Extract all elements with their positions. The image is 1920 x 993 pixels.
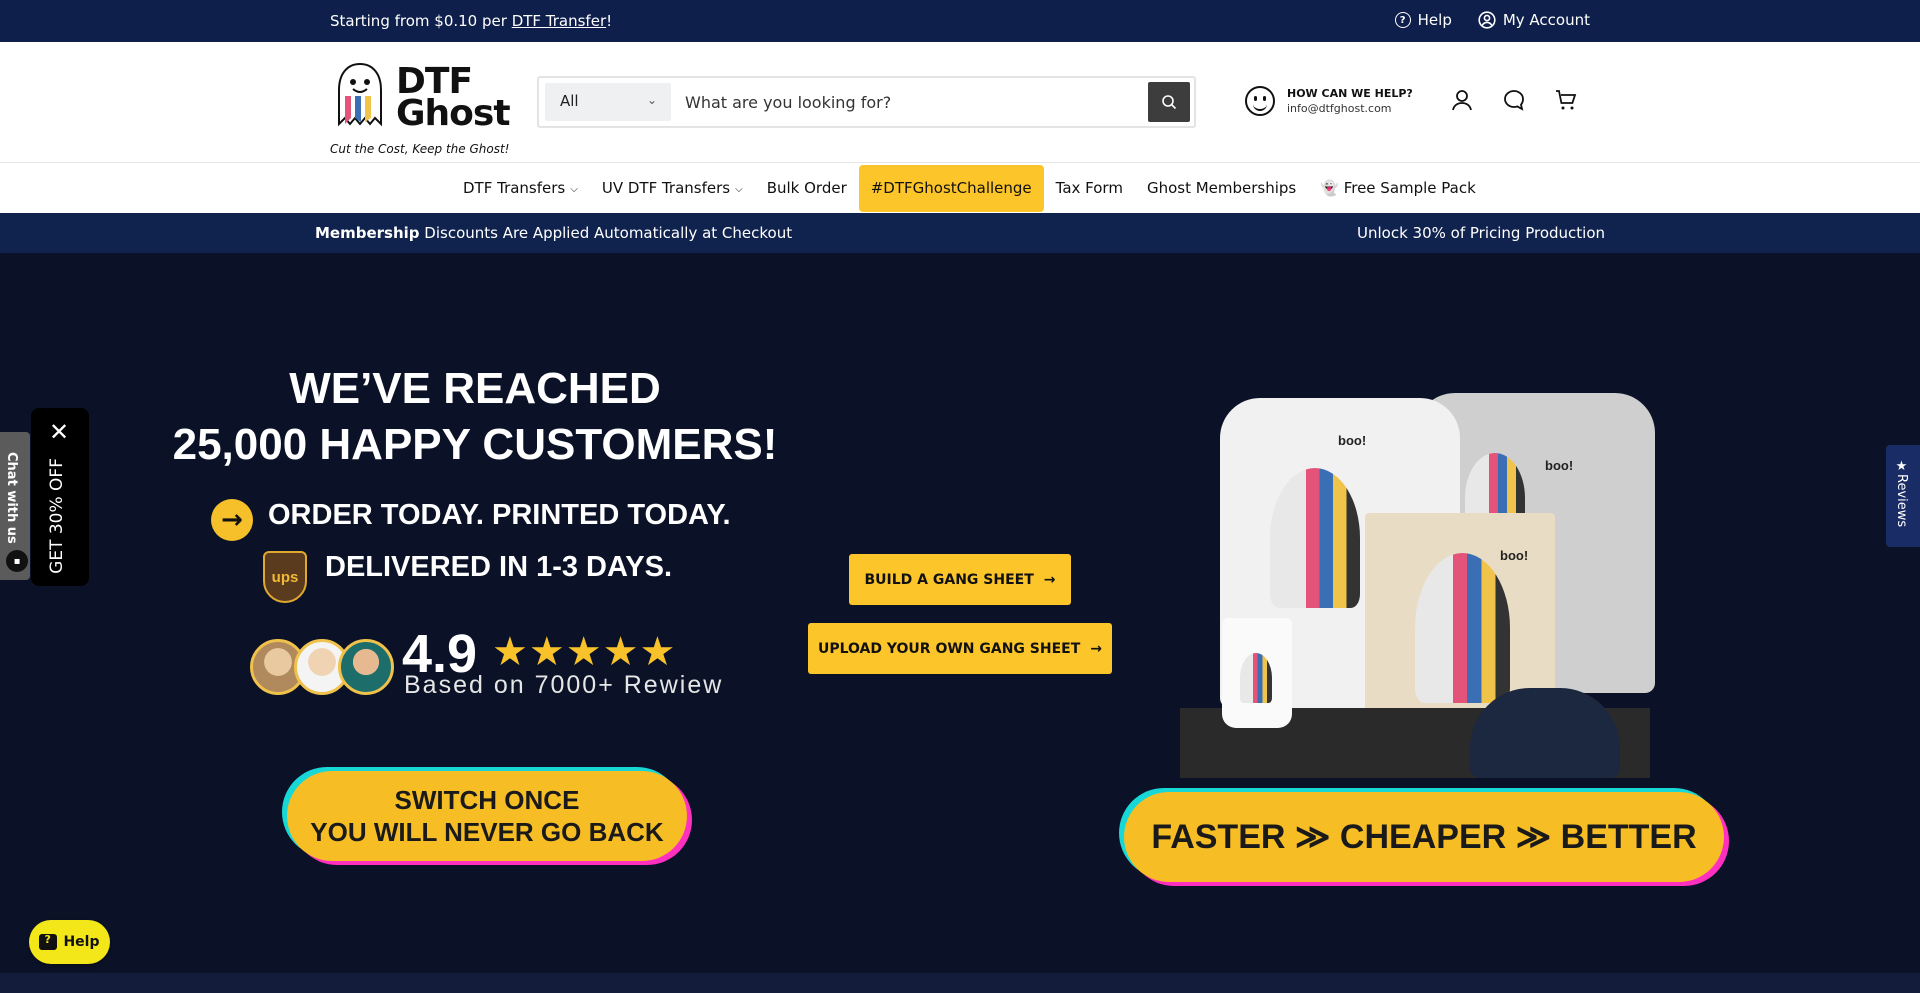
- search-icon: [1162, 95, 1177, 110]
- discount-popup-tab[interactable]: ✕ GET 30% OFF: [31, 408, 89, 586]
- customer-avatars: [250, 639, 394, 695]
- nav-dtf-transfers[interactable]: DTF Transfers ⌵: [451, 164, 590, 212]
- help-widget-label: Help: [63, 934, 100, 950]
- switch-once-badge: SWITCH ONCE YOU WILL NEVER GO BACK: [287, 771, 687, 861]
- question-circle-icon: ?: [1394, 12, 1411, 28]
- product-showcase-image: boo! boo! boo!: [1170, 373, 1690, 813]
- membership-message: Membership Discounts Are Applied Automat…: [315, 224, 793, 242]
- promo-suffix: !: [606, 12, 613, 30]
- search-button[interactable]: [1148, 82, 1190, 122]
- hero-delivered: DELIVERED IN 1-3 DAYS.: [325, 551, 673, 583]
- boo-text: boo!: [1500, 548, 1529, 563]
- search-category-select[interactable]: All ⌄: [545, 83, 671, 121]
- user-icon: [1452, 90, 1472, 111]
- boo-text: boo!: [1545, 458, 1574, 473]
- site-header: DTF Ghost Cut the Cost, Keep the Ghost! …: [0, 42, 1920, 163]
- arrow-right-icon: →: [1043, 571, 1056, 588]
- upload-gang-sheet-button[interactable]: UPLOAD YOUR OWN GANG SHEET →: [808, 623, 1112, 674]
- membership-bar: Membership Discounts Are Applied Automat…: [0, 213, 1920, 253]
- contact-help-block[interactable]: HOW CAN WE HELP? info@dtfghost.com: [1245, 86, 1413, 116]
- faster-cheaper-better-badge: FASTER ≫ CHEAPER ≫ BETTER: [1124, 792, 1724, 882]
- hero-order-today: ORDER TODAY. PRINTED TODAY.: [268, 499, 731, 531]
- help-chat-icon: [39, 933, 58, 950]
- chat-bubble-icon: [1504, 90, 1524, 111]
- brand-wordmark: DTF Ghost: [396, 61, 511, 134]
- nav-dtf-ghost-challenge[interactable]: #DTFGhostChallenge: [858, 164, 1044, 212]
- main-nav: DTF Transfers ⌵ UV DTF Transfers ⌵ Bulk Or…: [0, 163, 1920, 213]
- nav-ghost-memberships[interactable]: Ghost Memberships: [1135, 164, 1308, 212]
- promo-prefix: Starting from $0.10 per: [330, 12, 512, 30]
- review-count: Based on 7000+ Rewiew: [404, 671, 724, 699]
- chevron-down-icon: ⌵: [570, 183, 578, 195]
- star-rating-icon: ★★★★★: [492, 629, 677, 675]
- help-label: Help: [1417, 11, 1452, 29]
- cart-button[interactable]: [1554, 88, 1578, 112]
- reviews-tab-label: ★Reviews: [1894, 459, 1909, 528]
- nav-tax-form[interactable]: Tax Form: [1044, 164, 1135, 212]
- footer-strip: [0, 973, 1920, 993]
- reviews-tab[interactable]: ★Reviews: [1886, 445, 1920, 547]
- dtf-transfer-link[interactable]: DTF Transfer: [512, 12, 606, 30]
- chevron-down-icon: ⌵: [735, 183, 743, 195]
- arrow-right-icon: →: [211, 499, 253, 541]
- brand-tagline: Cut the Cost, Keep the Ghost!: [330, 142, 510, 156]
- smiley-icon: [1245, 86, 1275, 116]
- unlock-pricing-message: Unlock 30% of Pricing Production: [1357, 224, 1605, 242]
- chat-with-us-tab[interactable]: Chat with us ▪: [0, 432, 30, 580]
- promo-text: Starting from $0.10 per DTF Transfer!: [330, 12, 612, 30]
- avatar: [338, 639, 394, 695]
- chat-button[interactable]: [1502, 88, 1526, 112]
- get-30-off-label: GET 30% OFF: [47, 458, 67, 574]
- cart-icon: [1556, 90, 1577, 110]
- chat-tab-label: Chat with us: [4, 452, 19, 544]
- chevron-down-icon: ⌄: [646, 93, 657, 107]
- my-account-link[interactable]: My Account: [1478, 11, 1590, 29]
- ups-logo: ups: [263, 551, 307, 603]
- nav-uv-dtf-transfers[interactable]: UV DTF Transfers ⌵: [590, 164, 755, 212]
- build-gang-sheet-button[interactable]: BUILD A GANG SHEET →: [849, 554, 1071, 605]
- search-input[interactable]: [673, 83, 1123, 121]
- nav-bulk-order[interactable]: Bulk Order: [755, 164, 859, 212]
- announcement-bar: Starting from $0.10 per DTF Transfer! ? …: [0, 0, 1920, 42]
- site-logo[interactable]: DTF Ghost Cut the Cost, Keep the Ghost!: [330, 52, 511, 156]
- contact-title: HOW CAN WE HELP?: [1287, 87, 1413, 100]
- my-account-label: My Account: [1502, 11, 1590, 29]
- close-icon[interactable]: ✕: [49, 420, 69, 444]
- user-circle-icon: [1478, 11, 1496, 29]
- contact-email: info@dtfghost.com: [1287, 102, 1392, 115]
- search-bar: All ⌄: [537, 76, 1196, 128]
- chat-icon: ▪: [6, 550, 28, 572]
- boo-text: boo!: [1338, 433, 1367, 448]
- account-button[interactable]: [1450, 88, 1474, 112]
- hero-title: WE’VE REACHED 25,000 HAPPY CUSTOMERS!: [172, 364, 778, 469]
- nav-free-sample-pack[interactable]: 👻 Free Sample Pack: [1308, 164, 1488, 212]
- search-category-value: All: [560, 92, 579, 110]
- ghost-logo-icon: [338, 62, 382, 127]
- help-widget-button[interactable]: Help: [29, 920, 110, 964]
- arrow-right-icon: →: [1090, 640, 1103, 657]
- help-link[interactable]: ? Help: [1394, 11, 1452, 29]
- hero-banner: WE’VE REACHED 25,000 HAPPY CUSTOMERS! → …: [0, 253, 1920, 973]
